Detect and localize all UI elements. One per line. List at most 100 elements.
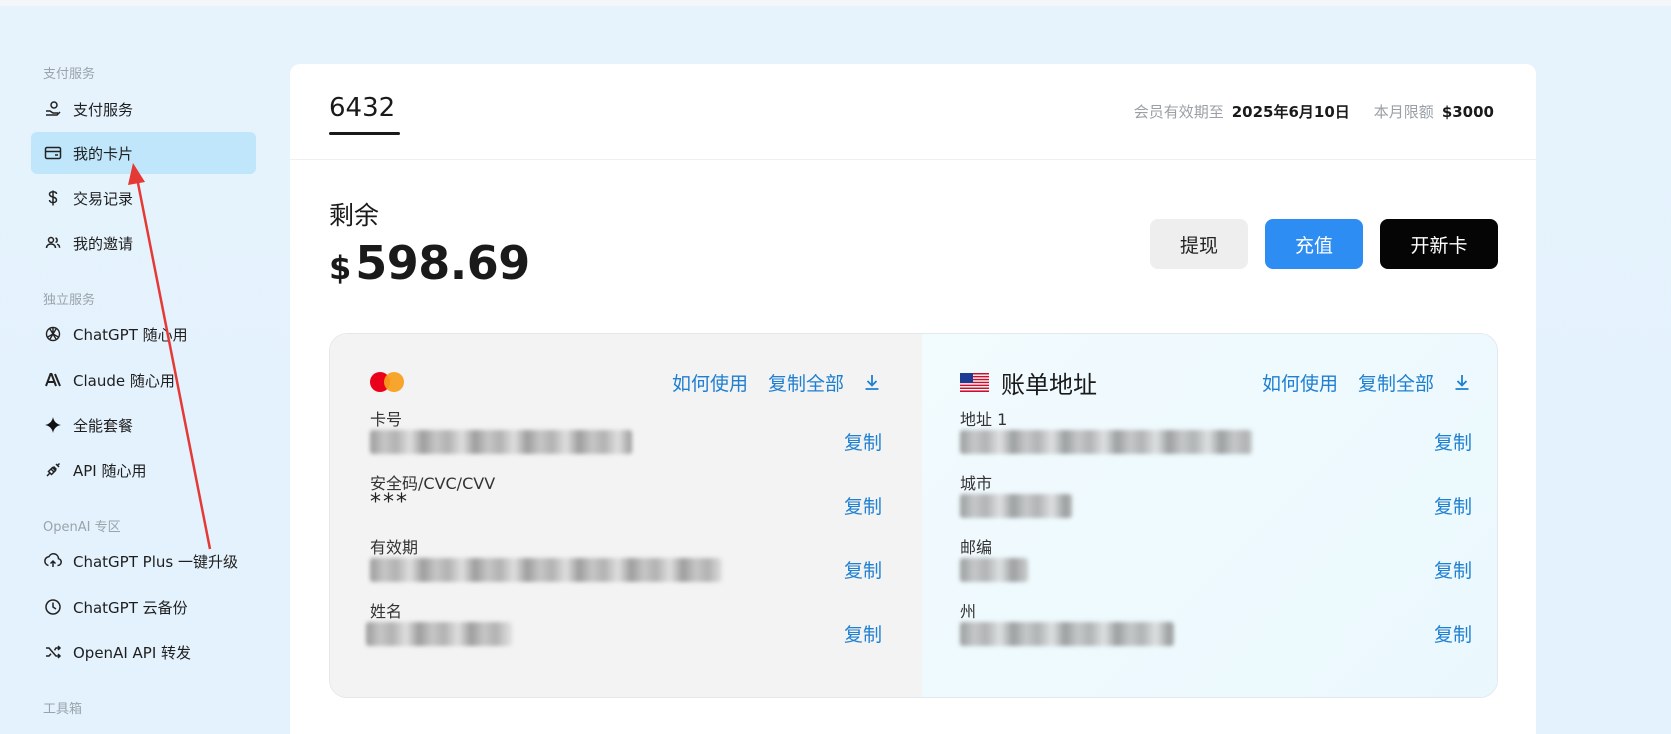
field-label: 邮编 [959,538,992,557]
sidebar-item-label: 全能套餐 [73,416,134,435]
field-label: 卡号 [370,410,403,429]
upgrade-icon [43,551,63,571]
field-label: 州 [959,602,976,621]
sidebar-item-openai-api-relay[interactable]: OpenAI API 转发 [31,631,256,673]
plug-icon [43,460,63,480]
field-label: 姓名 [370,602,403,621]
sparkle-icon [43,415,63,435]
card-download-icon[interactable] [862,372,882,392]
clock-icon [43,597,63,617]
sidebar-item-all-in-one[interactable]: 全能套餐 [31,404,256,446]
balance-label: 剩余 [329,201,380,230]
panel-header: 6432 会员有效期至 2025年6月10日 本月限额 $3000 [290,64,1536,160]
sidebar-item-label: Claude 随心用 [73,371,175,390]
name-value-masked [366,620,650,648]
billing-title: 账单地址 [1000,370,1097,399]
payment-icon [43,99,63,119]
sidebar-item-api-flex[interactable]: API 随心用 [31,449,256,491]
sidebar-item-label: ChatGPT 云备份 [73,598,188,617]
copy-name-button[interactable]: 复制 [844,620,882,647]
openai-icon [43,324,63,344]
anthropic-icon [43,370,63,390]
sidebar-item-transactions[interactable]: 交易记录 [31,177,256,219]
sidebar-item-chatgpt-flex[interactable]: ChatGPT 随心用 [31,313,256,355]
field-label: 安全码/CVC/CVV [370,474,496,493]
card-number-field: 卡号 复制 [370,406,882,466]
copy-address-button[interactable]: 复制 [1434,428,1472,455]
sidebar-item-label: OpenAI API 转发 [73,643,192,662]
city-value-masked [959,492,1240,520]
balance-currency: $ [329,249,352,287]
sidebar: 支付服务 支付服务 我的卡片 交易记录 我的邀请 独立服务 ChatGPT 随心… [0,0,270,734]
section-label-independent: 独立服务 [43,293,96,308]
sidebar-item-label: API 随心用 [73,461,147,480]
membership-date: 2025年6月10日 [1231,103,1350,121]
section-label-payment: 支付服务 [43,67,96,82]
card-detail-panel: 6432 会员有效期至 2025年6月10日 本月限额 $3000 剩余 $ 5… [290,64,1536,734]
sidebar-item-payment-service[interactable]: 支付服务 [31,88,256,130]
balance-amount: $ 598.69 [329,236,530,290]
billing-copy-all-link[interactable]: 复制全部 [1358,369,1434,396]
sidebar-item-chatgpt-backup[interactable]: ChatGPT 云备份 [31,586,256,628]
card-number-value-masked [370,428,650,456]
copy-zip-button[interactable]: 复制 [1434,556,1472,583]
expiry-value-masked [370,556,722,584]
sidebar-item-label: 交易记录 [73,189,134,208]
sidebar-item-claude-flex[interactable]: Claude 随心用 [31,359,256,401]
shuffle-icon [43,642,63,662]
recharge-button[interactable]: 充值 [1265,219,1363,269]
billing-header: 账单地址 如何使用 复制全部 [959,366,1472,399]
billing-address: 账单地址 如何使用 复制全部 地址 1 复制 城市 复制 邮编 复制 州 复制 [921,334,1497,697]
copy-card-number-button[interactable]: 复制 [844,428,882,455]
card-icon [43,143,63,163]
new-card-button[interactable]: 开新卡 [1380,219,1498,269]
copy-city-button[interactable]: 复制 [1434,492,1472,519]
balance-value: 598.69 [355,236,530,290]
users-icon [43,233,63,253]
state-field: 州 复制 [959,598,1472,658]
card-how-to-use-link[interactable]: 如何使用 [672,369,748,396]
card-tab-title[interactable]: 6432 [329,93,395,123]
tab-underline [329,132,400,135]
cvc-field: 安全码/CVC/CVV *** 复制 [370,470,882,530]
copy-state-button[interactable]: 复制 [1434,620,1472,647]
membership-meta: 会员有效期至 2025年6月10日 本月限额 $3000 [1134,101,1494,122]
address-field: 地址 1 复制 [959,406,1472,466]
sidebar-item-label: 支付服务 [73,100,134,119]
us-flag-icon [959,372,989,392]
sidebar-item-chatgpt-plus-upgrade[interactable]: ChatGPT Plus 一键升级 [31,540,256,582]
zip-field: 邮编 复制 [959,534,1472,594]
card-info-container: 如何使用 复制全部 卡号 复制 安全码/CVC/CVV *** 复制 有效期 复… [329,333,1498,698]
sidebar-item-invites[interactable]: 我的邀请 [31,222,256,264]
name-field: 姓名 复制 [366,598,882,658]
cvc-value: *** [370,490,409,515]
section-label-toolbox: 工具箱 [43,702,83,717]
dollar-icon [43,188,63,208]
sidebar-item-label: ChatGPT Plus 一键升级 [73,552,238,571]
mastercard-icon [370,372,404,392]
copy-cvc-button[interactable]: 复制 [844,492,882,519]
section-label-openai: OpenAI 专区 [43,520,121,535]
billing-download-icon[interactable] [1452,372,1472,392]
field-label: 城市 [959,474,992,493]
billing-how-to-use-link[interactable]: 如何使用 [1262,369,1338,396]
sidebar-item-my-cards[interactable]: 我的卡片 [31,132,256,174]
city-field: 城市 复制 [959,470,1472,530]
field-label: 有效期 [370,538,419,557]
copy-expiry-button[interactable]: 复制 [844,556,882,583]
state-value-masked [959,620,1240,648]
card-copy-all-link[interactable]: 复制全部 [768,369,844,396]
limit-value: $3000 [1441,103,1494,121]
sidebar-item-label: ChatGPT 随心用 [73,325,188,344]
sidebar-item-label: 我的邀请 [73,234,134,253]
membership-label: 会员有效期至 [1133,103,1224,121]
field-label: 地址 1 [959,410,1008,429]
limit-label: 本月限额 [1373,103,1434,121]
address-value-masked [959,428,1252,456]
card-details: 如何使用 复制全部 卡号 复制 安全码/CVC/CVV *** 复制 有效期 复… [330,334,922,697]
zip-value-masked [959,556,1240,584]
withdraw-button[interactable]: 提现 [1150,219,1248,269]
card-details-header: 如何使用 复制全部 [370,366,882,398]
sidebar-item-label: 我的卡片 [73,144,134,163]
expiry-field: 有效期 复制 [370,534,882,594]
